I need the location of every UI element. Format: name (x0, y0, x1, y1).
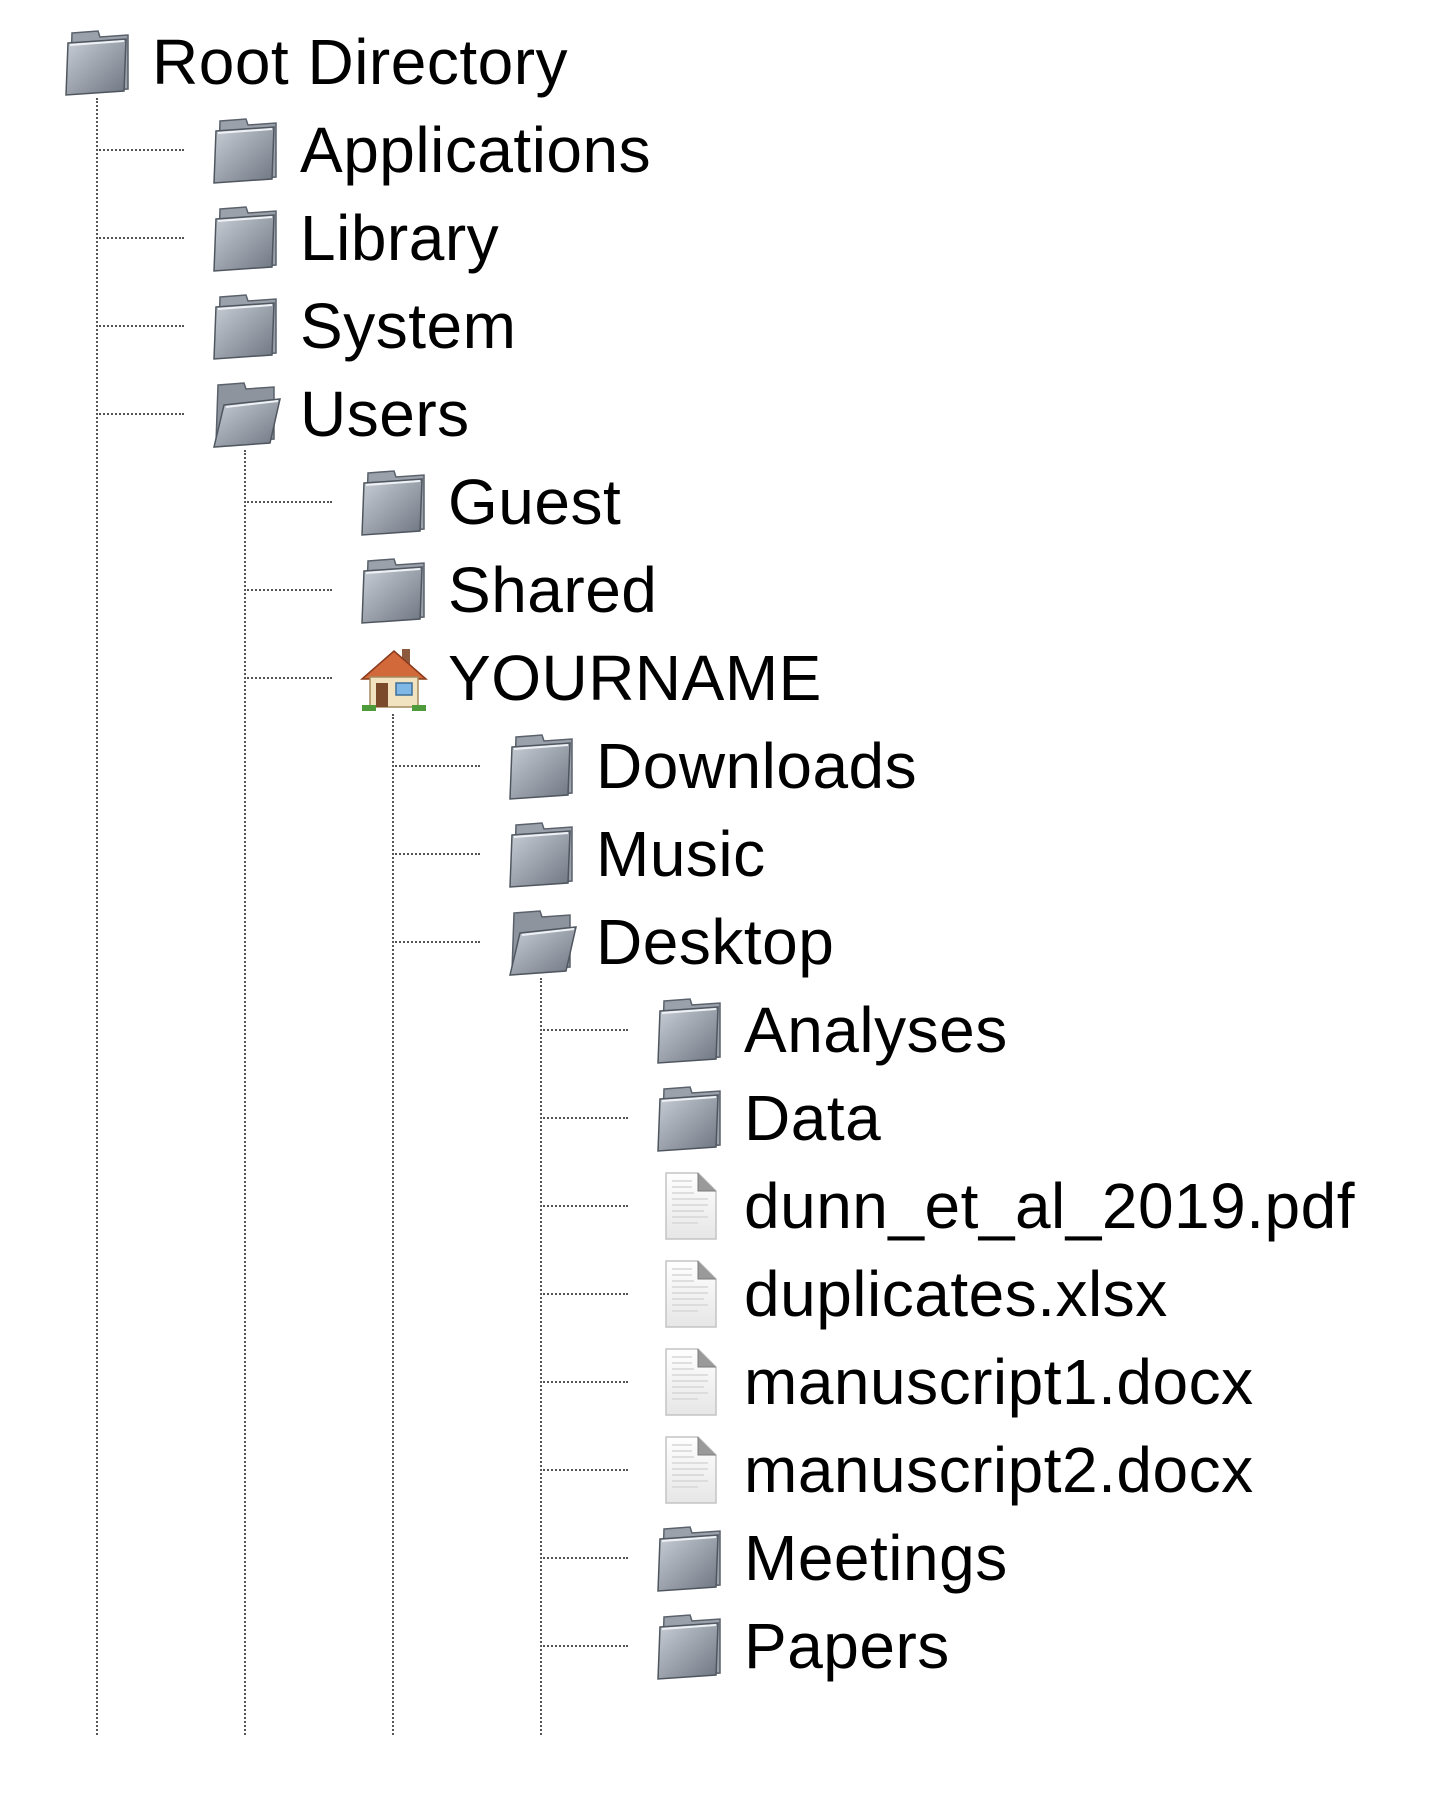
tree-connector-horizontal (96, 325, 184, 327)
tree-node-label: Desktop (596, 906, 835, 978)
folder-icon (506, 819, 578, 889)
tree-node-manuscript2-docx[interactable]: manuscript2.docx (654, 1426, 1254, 1514)
tree-connector-horizontal (392, 853, 480, 855)
tree-node-label: Guest (448, 466, 622, 538)
tree-node-label: Analyses (744, 994, 1008, 1066)
tree-node-label: manuscript2.docx (744, 1434, 1254, 1506)
tree-node-label: dunn_et_al_2019.pdf (744, 1170, 1355, 1242)
tree-connector-horizontal (96, 237, 184, 239)
tree-node-yourname[interactable]: YOURNAME (358, 634, 822, 722)
folder-icon (358, 467, 430, 537)
folder-icon (654, 1083, 726, 1153)
tree-node-desktop[interactable]: Desktop (506, 898, 834, 986)
folder-icon (654, 995, 726, 1065)
tree-node-label: manuscript1.docx (744, 1346, 1254, 1418)
tree-connector-horizontal (244, 501, 332, 503)
tree-node-guest[interactable]: Guest (358, 458, 621, 546)
tree-node-library[interactable]: Library (210, 194, 499, 282)
folder-icon (654, 1611, 726, 1681)
folder-icon (506, 731, 578, 801)
tree-connector-vertical (96, 98, 98, 1735)
tree-node-dunn-et-al-2019-pdf[interactable]: dunn_et_al_2019.pdf (654, 1162, 1355, 1250)
folder-icon (210, 203, 282, 273)
document-icon (654, 1259, 726, 1329)
tree-node-analyses[interactable]: Analyses (654, 986, 1008, 1074)
tree-node-downloads[interactable]: Downloads (506, 722, 917, 810)
tree-connector-horizontal (392, 941, 480, 943)
tree-node-users[interactable]: Users (210, 370, 470, 458)
tree-connector-horizontal (392, 765, 480, 767)
tree-connector-horizontal (540, 1293, 628, 1295)
tree-node-label: duplicates.xlsx (744, 1258, 1168, 1330)
tree-connector-vertical (540, 978, 542, 1735)
tree-node-meetings[interactable]: Meetings (654, 1514, 1008, 1602)
document-icon (654, 1347, 726, 1417)
tree-node-label: Papers (744, 1610, 950, 1682)
tree-node-system[interactable]: System (210, 282, 516, 370)
tree-node-label: Meetings (744, 1522, 1008, 1594)
tree-node-manuscript1-docx[interactable]: manuscript1.docx (654, 1338, 1254, 1426)
tree-connector-vertical (244, 450, 246, 1735)
tree-connector-horizontal (96, 413, 184, 415)
tree-connector-horizontal (244, 589, 332, 591)
tree-node-label: Shared (448, 554, 658, 626)
folder-icon (62, 27, 134, 97)
document-icon (654, 1435, 726, 1505)
tree-node-label: Applications (300, 114, 652, 186)
tree-connector-horizontal (540, 1205, 628, 1207)
folder-icon (654, 1523, 726, 1593)
tree-node-music[interactable]: Music (506, 810, 766, 898)
tree-connector-horizontal (540, 1117, 628, 1119)
directory-tree: Root Directory Applications Library System U… (0, 0, 1454, 1804)
tree-node-duplicates-xlsx[interactable]: duplicates.xlsx (654, 1250, 1168, 1338)
open-folder-icon (210, 379, 282, 449)
tree-node-data[interactable]: Data (654, 1074, 881, 1162)
tree-node-label: System (300, 290, 517, 362)
tree-connector-horizontal (540, 1029, 628, 1031)
tree-connector-horizontal (540, 1645, 628, 1647)
tree-node-root-directory[interactable]: Root Directory (62, 18, 568, 106)
tree-node-shared[interactable]: Shared (358, 546, 657, 634)
tree-node-label: Library (300, 202, 500, 274)
folder-icon (210, 115, 282, 185)
tree-node-label: Root Directory (152, 26, 568, 98)
tree-connector-horizontal (540, 1469, 628, 1471)
tree-node-papers[interactable]: Papers (654, 1602, 950, 1690)
tree-node-label: Users (300, 378, 470, 450)
tree-connector-horizontal (96, 149, 184, 151)
folder-icon (358, 555, 430, 625)
tree-connector-vertical (392, 714, 394, 1735)
tree-connector-horizontal (540, 1381, 628, 1383)
folder-icon (210, 291, 282, 361)
tree-connector-horizontal (540, 1557, 628, 1559)
tree-node-label: Downloads (596, 730, 918, 802)
tree-node-label: Music (596, 818, 766, 890)
tree-node-label: Data (744, 1082, 882, 1154)
tree-node-applications[interactable]: Applications (210, 106, 651, 194)
tree-connector-horizontal (244, 677, 332, 679)
open-folder-icon (506, 907, 578, 977)
home-icon (358, 643, 430, 713)
tree-node-label: YOURNAME (448, 642, 822, 714)
document-icon (654, 1171, 726, 1241)
